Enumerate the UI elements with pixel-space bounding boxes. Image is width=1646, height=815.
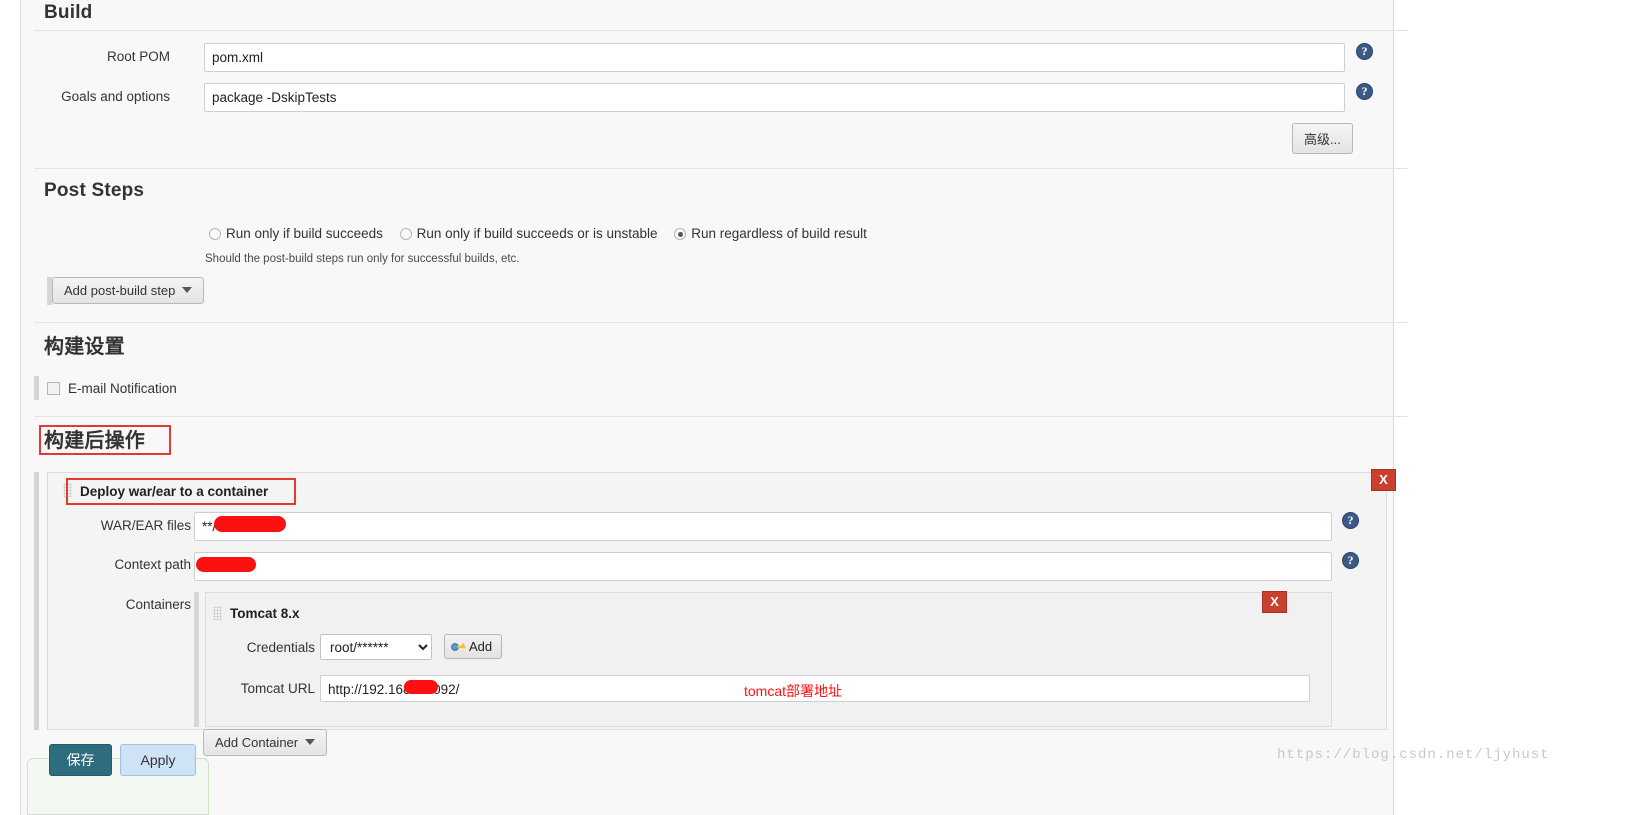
container-panel-title: Tomcat 8.x <box>230 606 300 621</box>
credentials-label: Credentials <box>246 640 315 655</box>
radio-label-unstable: Run only if build succeeds or is unstabl… <box>416 226 658 241</box>
radio-label-regardless: Run regardless of build result <box>691 226 867 241</box>
add-post-build-step-button[interactable]: Add post-build step <box>52 277 205 304</box>
divider-build-settings <box>34 322 1408 323</box>
build-section-title: Build <box>44 2 93 23</box>
build-settings-title: 构建设置 <box>44 336 125 358</box>
apply-button[interactable]: Apply <box>120 744 196 776</box>
post-build-actions-title: 构建后操作 <box>44 430 145 452</box>
email-notification-block-bar <box>34 376 39 400</box>
war-ear-files-label: WAR/EAR files <box>100 518 191 533</box>
add-credentials-button[interactable]: Add <box>444 634 503 659</box>
deploy-panel-title: Deploy war/ear to a container <box>80 484 269 499</box>
add-post-build-step-label: Add post-build step <box>64 283 176 298</box>
radio-dot-regardless[interactable] <box>674 228 687 240</box>
radio-dot-succeeds[interactable] <box>209 228 221 240</box>
delete-container-button[interactable]: X <box>1262 591 1287 613</box>
chevron-down-icon-add-container <box>305 739 316 745</box>
root-pom-input[interactable]: pom.xml <box>204 43 1345 72</box>
add-container-label: Add Container <box>215 735 299 750</box>
email-notification-row[interactable]: E-mail Notification <box>47 381 177 396</box>
divider-build <box>34 30 1408 31</box>
help-icon-goals[interactable]: ? <box>1356 83 1373 100</box>
advanced-button[interactable]: 高级... <box>1292 123 1353 154</box>
containers-label: Containers <box>125 597 191 612</box>
post-steps-hint: Should the post-build steps run only for… <box>205 253 520 265</box>
deploy-block-bar <box>34 472 39 730</box>
radio-label-succeeds: Run only if build succeeds <box>226 226 383 241</box>
help-icon-root-pom[interactable]: ? <box>1356 43 1373 60</box>
help-icon-war-ear-files[interactable]: ? <box>1342 512 1359 529</box>
radio-run-if-succeeds[interactable]: Run only if build succeeds <box>209 226 383 241</box>
jenkins-job-config-page: Build Root POM pom.xml ? Goals and optio… <box>0 0 1646 815</box>
add-container-button[interactable]: Add Container <box>203 729 328 756</box>
help-icon-context-path[interactable]: ? <box>1342 552 1359 569</box>
annotation-tomcat-url: tomcat部署地址 <box>744 683 843 699</box>
drag-handle-deploy-icon[interactable] <box>63 483 72 497</box>
war-ear-files-input[interactable]: **/e ar <box>194 512 1332 541</box>
container-block-bar <box>194 592 199 727</box>
drag-handle-container-icon[interactable] <box>213 606 222 620</box>
context-path-input[interactable] <box>194 552 1332 581</box>
email-notification-checkbox[interactable] <box>47 382 60 395</box>
post-steps-title: Post Steps <box>44 180 145 201</box>
radio-dot-unstable[interactable] <box>399 228 412 240</box>
delete-deploy-button[interactable]: X <box>1371 469 1396 491</box>
email-notification-label: E-mail Notification <box>68 381 177 396</box>
add-credentials-label: Add <box>469 639 493 654</box>
goals-input[interactable]: package -DskipTests <box>204 83 1345 112</box>
radio-run-regardless[interactable]: Run regardless of build result <box>674 226 867 241</box>
save-button[interactable]: 保存 <box>49 744 112 776</box>
post-steps-radio-group: Run only if build succeeds Run only if b… <box>209 226 880 241</box>
credentials-select[interactable]: root/****** <box>320 634 432 660</box>
watermark: https://blog.csdn.net/ljyhust <box>1277 747 1550 763</box>
divider-post-steps <box>34 168 1408 169</box>
radio-run-if-succeeds-or-unstable[interactable]: Run only if build succeeds or is unstabl… <box>399 226 658 241</box>
context-path-label: Context path <box>114 557 191 572</box>
key-icon <box>451 640 466 651</box>
divider-post-build-actions <box>34 416 1408 417</box>
root-pom-label: Root POM <box>106 49 170 64</box>
chevron-down-icon <box>182 287 193 293</box>
tomcat-url-label: Tomcat URL <box>240 681 315 696</box>
goals-label: Goals and options <box>61 89 170 104</box>
